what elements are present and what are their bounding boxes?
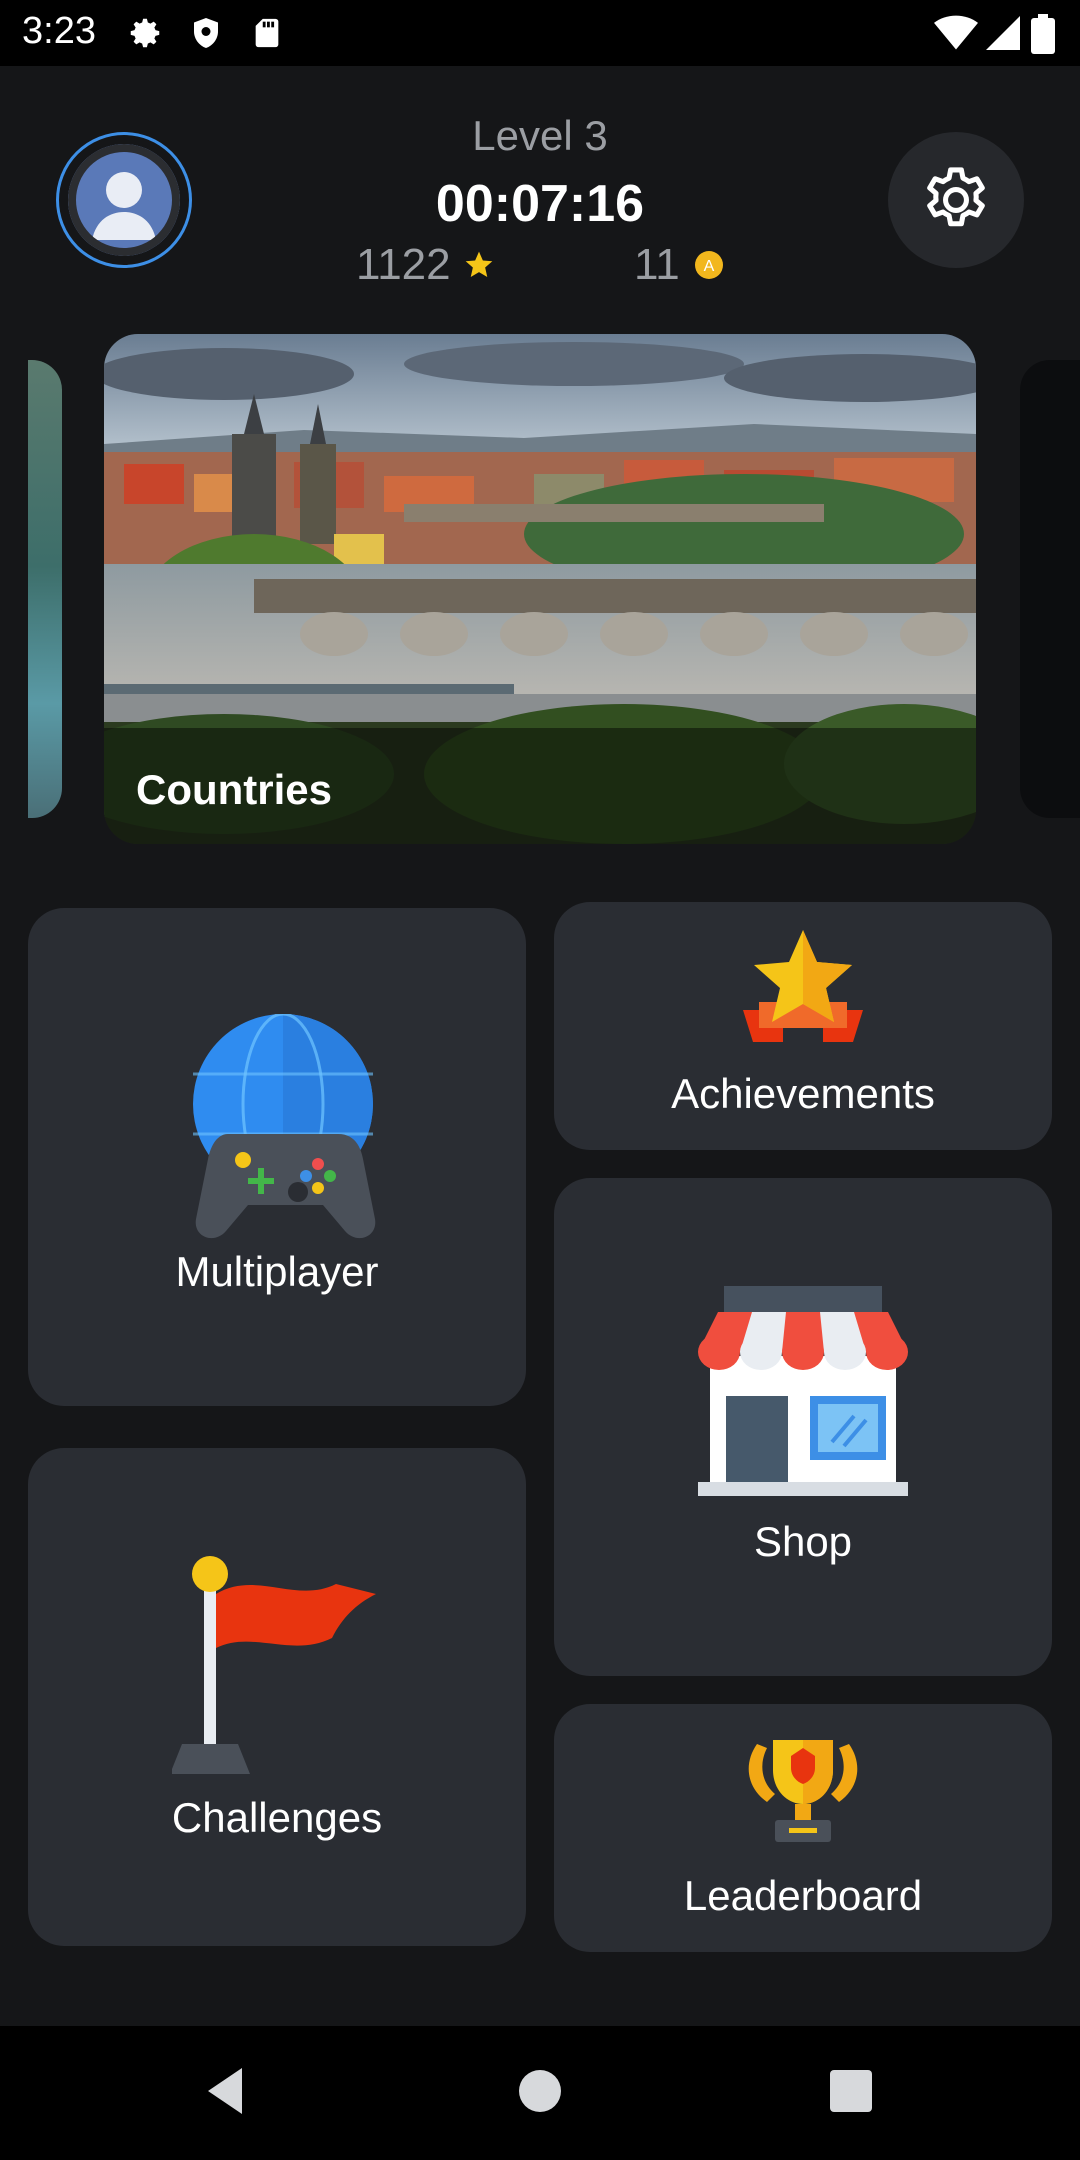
coins-counter: 11 A	[634, 240, 724, 290]
stars-count: 1122	[356, 240, 451, 289]
home-nav-icon[interactable]	[505, 2056, 575, 2126]
flag-icon	[172, 1556, 376, 1774]
card-caption: Countries	[104, 728, 976, 844]
gear-icon	[927, 167, 985, 227]
sd-card-icon	[255, 18, 279, 48]
trophy-icon	[748, 1740, 858, 1842]
gear-icon	[130, 18, 160, 48]
challenges-label: Challenges	[171, 1794, 383, 1841]
shop-icon	[698, 1286, 908, 1496]
coins-count: 11	[634, 240, 680, 289]
carousel-next-card[interactable]	[1020, 360, 1080, 818]
star-icon	[465, 251, 492, 277]
coin-icon: A	[694, 251, 723, 279]
leaderboard-label: Leaderboard	[683, 1872, 923, 1919]
carousel-prev-card[interactable]	[28, 360, 62, 818]
multiplayer-icon	[193, 1014, 376, 1239]
coin-symbol: A	[703, 258, 714, 275]
multiplayer-button[interactable]: Multiplayer	[28, 908, 526, 1406]
system-nav-bar	[0, 2026, 1080, 2160]
status-bar: 3:23	[0, 0, 1080, 66]
shop-label: Shop	[753, 1518, 853, 1565]
recents-nav-icon[interactable]	[816, 2056, 886, 2126]
settings-button[interactable]	[888, 132, 1024, 268]
battery-icon	[1031, 14, 1055, 54]
shop-button[interactable]: Shop	[554, 1178, 1052, 1676]
wifi-icon	[934, 15, 978, 50]
back-nav-icon[interactable]	[190, 2056, 260, 2126]
signal-icon	[986, 16, 1020, 50]
achievements-button[interactable]: Achievements	[554, 902, 1052, 1150]
shield-icon	[194, 18, 218, 48]
countries-card[interactable]: Countries	[104, 334, 976, 844]
achievements-label: Achievements	[671, 1070, 935, 1117]
leaderboard-button[interactable]: Leaderboard	[554, 1704, 1052, 1952]
multiplayer-label: Multiplayer	[175, 1248, 379, 1295]
achievement-star-icon	[743, 930, 863, 1042]
challenges-button[interactable]: Challenges	[28, 1448, 526, 1946]
card-title: Countries	[136, 766, 333, 813]
stars-counter: 1122	[356, 240, 495, 290]
status-time: 3:23	[22, 10, 96, 52]
